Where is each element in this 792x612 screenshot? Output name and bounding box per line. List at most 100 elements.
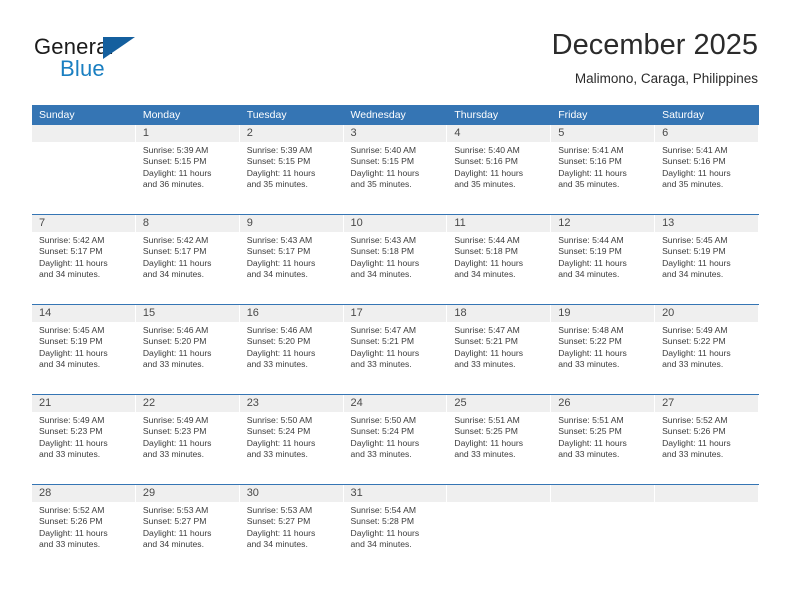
day-number: 21 xyxy=(32,395,135,412)
calendar-day-cell[interactable]: 19 Sunrise: 5:48 AM Sunset: 5:22 PM Dayligh… xyxy=(551,305,656,394)
day-detail-line: Sunset: 5:23 PM xyxy=(39,426,103,437)
title-block: December 2025 Malimono, Caraga, Philippi… xyxy=(552,28,758,87)
calendar-day-cell[interactable]: 16 Sunrise: 5:46 AM Sunset: 5:20 PM Dayligh… xyxy=(239,305,344,394)
calendar-day-cell[interactable]: 24 Sunrise: 5:50 AM Sunset: 5:24 PM Dayligh… xyxy=(343,395,448,484)
day-details xyxy=(32,142,135,145)
day-detail-line: Sunrise: 5:50 AM xyxy=(246,415,313,425)
day-details: Sunrise: 5:45 AM Sunset: 5:19 PM Daylight:… xyxy=(655,232,758,280)
day-number: 2 xyxy=(239,125,343,142)
calendar-week-row: 21 Sunrise: 5:49 AM Sunset: 5:23 PM Dayligh… xyxy=(32,394,759,484)
day-detail-line: Sunrise: 5:49 AM xyxy=(142,415,209,425)
day-detail-line: Daylight: 11 hours xyxy=(558,257,627,268)
day-detail-line: Sunset: 5:15 PM xyxy=(142,156,207,167)
calendar-day-cell[interactable]: 23 Sunrise: 5:50 AM Sunset: 5:24 PM Dayligh… xyxy=(239,395,344,484)
day-number: 25 xyxy=(447,395,551,412)
day-details: Sunrise: 5:54 AM Sunset: 5:28 PM Daylight:… xyxy=(344,502,447,550)
day-details: Sunrise: 5:52 AM Sunset: 5:26 PM Daylight:… xyxy=(32,502,135,550)
day-detail-line: Sunrise: 5:44 AM xyxy=(558,235,624,245)
day-detail-line: Daylight: 11 hours xyxy=(39,257,108,268)
day-number: 24 xyxy=(343,395,447,412)
day-detail-line: Sunrise: 5:42 AM xyxy=(39,235,105,245)
day-detail-line: Sunrise: 5:49 AM xyxy=(39,415,105,425)
day-detail-line: and 33 minutes. xyxy=(142,448,204,459)
day-detail-line: Sunset: 5:28 PM xyxy=(350,516,415,527)
calendar-day-cell[interactable]: 21 Sunrise: 5:49 AM Sunset: 5:23 PM Dayligh… xyxy=(32,395,136,484)
day-detail-line: and 33 minutes. xyxy=(662,448,724,459)
day-number: 7 xyxy=(32,215,135,232)
day-number: 29 xyxy=(135,485,239,502)
calendar-day-cell[interactable]: 18 Sunrise: 5:47 AM Sunset: 5:21 PM Dayligh… xyxy=(447,305,552,394)
calendar-day-cell[interactable]: 8 Sunrise: 5:42 AM Sunset: 5:17 PM Daylight… xyxy=(135,215,240,304)
calendar-day-cell[interactable]: 10 Sunrise: 5:43 AM Sunset: 5:18 PM Dayligh… xyxy=(343,215,448,304)
day-number: 14 xyxy=(32,305,135,322)
day-detail-line: and 34 minutes. xyxy=(350,268,412,279)
calendar-day-cell[interactable]: 3 Sunrise: 5:40 AM Sunset: 5:15 PM Daylight… xyxy=(343,125,448,214)
calendar-day-cell[interactable]: 6 Sunrise: 5:41 AM Sunset: 5:16 PM Daylight… xyxy=(655,125,759,214)
day-detail-line: Sunset: 5:27 PM xyxy=(142,516,207,527)
calendar-day-cell[interactable]: 14 Sunrise: 5:45 AM Sunset: 5:19 PM Dayligh… xyxy=(32,305,136,394)
calendar-day-cell[interactable]: 27 Sunrise: 5:52 AM Sunset: 5:26 PM Dayligh… xyxy=(655,395,759,484)
day-details: Sunrise: 5:51 AM Sunset: 5:25 PM Daylight:… xyxy=(551,412,654,460)
day-detail-line: Sunrise: 5:47 AM xyxy=(350,325,416,335)
day-detail-line: Sunrise: 5:44 AM xyxy=(454,235,520,245)
day-detail-line: Daylight: 11 hours xyxy=(558,347,627,358)
calendar-day-cell[interactable]: 11 Sunrise: 5:44 AM Sunset: 5:18 PM Dayligh… xyxy=(447,215,552,304)
calendar-day-cell[interactable]: 22 Sunrise: 5:49 AM Sunset: 5:23 PM Dayligh… xyxy=(135,395,240,484)
day-number: 28 xyxy=(32,485,135,502)
calendar-day-cell[interactable]: 7 Sunrise: 5:42 AM Sunset: 5:17 PM Daylight… xyxy=(32,215,136,304)
day-details: Sunrise: 5:51 AM Sunset: 5:25 PM Daylight:… xyxy=(447,412,550,460)
day-details: Sunrise: 5:44 AM Sunset: 5:19 PM Daylight:… xyxy=(551,232,654,280)
day-number: 17 xyxy=(343,305,447,322)
calendar-day-cell[interactable]: 30 Sunrise: 5:53 AM Sunset: 5:27 PM Dayligh… xyxy=(239,485,344,574)
calendar-day-cell[interactable]: 2 Sunrise: 5:39 AM Sunset: 5:15 PM Daylight… xyxy=(239,125,344,214)
calendar-week-row: 14 Sunrise: 5:45 AM Sunset: 5:19 PM Dayligh… xyxy=(32,304,759,394)
calendar-day-cell[interactable]: 15 Sunrise: 5:46 AM Sunset: 5:20 PM Dayligh… xyxy=(135,305,240,394)
day-detail-line: Sunrise: 5:43 AM xyxy=(246,235,313,245)
day-detail-line: Sunrise: 5:40 AM xyxy=(350,145,416,155)
day-detail-line: and 33 minutes. xyxy=(454,448,516,459)
day-details: Sunrise: 5:40 AM Sunset: 5:15 PM Daylight:… xyxy=(344,142,447,190)
day-number: 8 xyxy=(135,215,239,232)
calendar-grid: Sunday Monday Tuesday Wednesday Thursday Frid… xyxy=(32,105,759,574)
page-title: December 2025 xyxy=(551,29,758,61)
day-details: Sunrise: 5:46 AM Sunset: 5:20 PM Daylight:… xyxy=(240,322,343,370)
calendar-day-cell[interactable]: 17 Sunrise: 5:47 AM Sunset: 5:21 PM Dayligh… xyxy=(343,305,448,394)
day-detail-line: Daylight: 11 hours xyxy=(558,167,627,178)
day-detail-line: Sunset: 5:25 PM xyxy=(558,426,622,437)
calendar-day-cell-empty xyxy=(447,485,552,574)
calendar-day-cell[interactable]: 29 Sunrise: 5:53 AM Sunset: 5:27 PM Dayligh… xyxy=(135,485,240,574)
day-number: 31 xyxy=(343,485,447,502)
day-number: 18 xyxy=(447,305,551,322)
calendar-day-cell[interactable]: 9 Sunrise: 5:43 AM Sunset: 5:17 PM Daylight… xyxy=(239,215,344,304)
day-detail-line: Daylight: 11 hours xyxy=(558,437,627,448)
day-detail-line: Sunrise: 5:51 AM xyxy=(454,415,520,425)
day-details: Sunrise: 5:40 AM Sunset: 5:16 PM Daylight:… xyxy=(447,142,550,190)
calendar-day-cell[interactable]: 4 Sunrise: 5:40 AM Sunset: 5:16 PM Daylight… xyxy=(447,125,552,214)
general-blue-logo[interactable]: General Blue xyxy=(34,34,234,86)
day-number: 22 xyxy=(135,395,239,412)
calendar-day-cell[interactable]: 31 Sunrise: 5:54 AM Sunset: 5:28 PM Dayligh… xyxy=(343,485,448,574)
day-detail-line: Daylight: 11 hours xyxy=(39,437,108,448)
day-details xyxy=(551,502,654,505)
calendar-day-cell[interactable]: 1 Sunrise: 5:39 AM Sunset: 5:15 PM Daylight… xyxy=(135,125,240,214)
day-detail-line: Sunset: 5:20 PM xyxy=(142,336,207,347)
day-detail-line: Daylight: 11 hours xyxy=(142,527,212,538)
calendar-day-cell[interactable]: 12 Sunrise: 5:44 AM Sunset: 5:19 PM Dayligh… xyxy=(551,215,656,304)
day-details: Sunrise: 5:47 AM Sunset: 5:21 PM Daylight:… xyxy=(344,322,447,370)
calendar-day-cell[interactable]: 5 Sunrise: 5:41 AM Sunset: 5:16 PM Daylight… xyxy=(551,125,656,214)
calendar-day-cell[interactable]: 26 Sunrise: 5:51 AM Sunset: 5:25 PM Dayligh… xyxy=(551,395,656,484)
calendar-day-cell[interactable]: 20 Sunrise: 5:49 AM Sunset: 5:22 PM Dayligh… xyxy=(655,305,759,394)
day-detail-line: Daylight: 11 hours xyxy=(662,347,731,358)
day-details: Sunrise: 5:53 AM Sunset: 5:27 PM Daylight:… xyxy=(240,502,343,550)
calendar-day-cell[interactable]: 13 Sunrise: 5:45 AM Sunset: 5:19 PM Dayligh… xyxy=(655,215,759,304)
day-detail-line: Sunset: 5:23 PM xyxy=(142,426,207,437)
day-detail-line: Daylight: 11 hours xyxy=(454,437,524,448)
day-number: 27 xyxy=(655,395,758,412)
day-detail-line: and 34 minutes. xyxy=(142,268,204,279)
day-number: 23 xyxy=(239,395,343,412)
day-detail-line: Sunrise: 5:41 AM xyxy=(558,145,624,155)
calendar-day-cell[interactable]: 28 Sunrise: 5:52 AM Sunset: 5:26 PM Dayligh… xyxy=(32,485,136,574)
day-number: 4 xyxy=(447,125,551,142)
calendar-day-cell[interactable]: 25 Sunrise: 5:51 AM Sunset: 5:25 PM Dayligh… xyxy=(447,395,552,484)
calendar-week-row: 1 Sunrise: 5:39 AM Sunset: 5:15 PM Daylight… xyxy=(32,125,759,214)
